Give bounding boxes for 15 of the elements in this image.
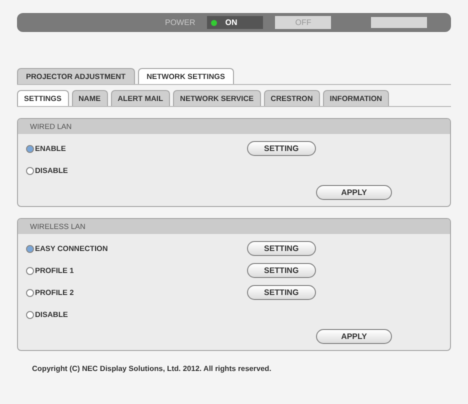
apply-button[interactable]: APPLY bbox=[316, 185, 392, 200]
status-icon bbox=[211, 20, 218, 26]
power-label: POWER bbox=[165, 16, 196, 28]
apply-button[interactable]: APPLY bbox=[316, 329, 392, 344]
setting-button[interactable]: SETTING bbox=[247, 263, 316, 278]
setting-button[interactable]: SETTING bbox=[247, 141, 316, 156]
radio-button[interactable] bbox=[26, 166, 34, 174]
radio-button[interactable] bbox=[26, 310, 34, 318]
radio-button[interactable] bbox=[26, 244, 34, 252]
radio-button[interactable] bbox=[26, 266, 34, 274]
radio-button[interactable] bbox=[26, 144, 34, 152]
power-button[interactable]: ON bbox=[207, 16, 264, 29]
setting-button[interactable]: SETTING bbox=[247, 241, 316, 256]
setting-button[interactable]: SETTING bbox=[247, 285, 316, 300]
radio-button[interactable] bbox=[26, 288, 34, 296]
